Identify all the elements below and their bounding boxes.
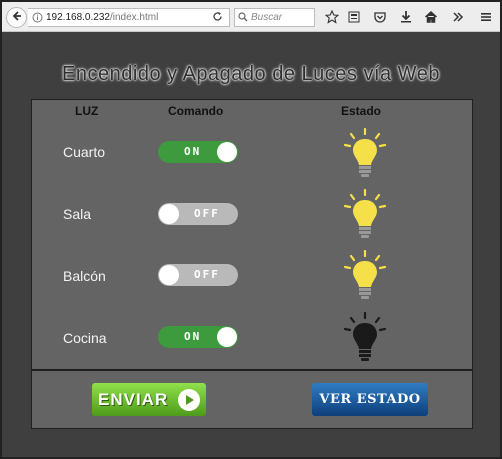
enviar-button[interactable]: ENVIAR	[92, 383, 206, 416]
download-icon[interactable]	[398, 9, 414, 25]
address-url: 192.168.0.232/index.html	[46, 12, 158, 23]
back-button[interactable]	[6, 7, 27, 28]
reload-icon[interactable]	[208, 8, 226, 25]
header-estado: Estado	[341, 104, 382, 118]
room-label-balcon: Balcón	[63, 268, 106, 284]
toggle-state-label: OFF	[194, 207, 220, 220]
toggle-state-label: ON	[184, 330, 202, 343]
search-placeholder: Buscar	[251, 12, 283, 23]
info-icon[interactable]	[28, 8, 46, 27]
page-title: Encendido y Apagado de Luces vía Web	[62, 63, 440, 85]
address-bar[interactable]: 192.168.0.232/index.html	[28, 8, 230, 27]
toggle-state-label: ON	[184, 145, 202, 158]
play-arrow-icon	[178, 389, 200, 411]
reader-view-icon[interactable]	[346, 9, 362, 25]
back-arrow-icon	[11, 9, 23, 27]
browser-window: 192.168.0.232/index.html Buscar Encendid…	[0, 0, 502, 459]
header-luz: LUZ	[75, 104, 99, 118]
actions-panel: ENVIAR VER ESTADO	[31, 370, 473, 429]
toggle-knob	[159, 204, 179, 224]
toggle-sala[interactable]: OFF	[158, 203, 238, 225]
search-field[interactable]: Buscar	[234, 8, 315, 27]
lightbulb-on-icon	[343, 127, 387, 182]
browser-toolbar: 192.168.0.232/index.html Buscar	[2, 2, 500, 32]
toggle-knob	[159, 265, 179, 285]
toggle-state-label: OFF	[194, 268, 220, 281]
lightbulb-on-icon	[343, 188, 387, 243]
enviar-button-label: ENVIAR	[98, 389, 169, 409]
ver-estado-button-label: VER ESTADO	[319, 392, 421, 407]
menu-icon[interactable]	[478, 9, 494, 25]
toggle-cuarto[interactable]: ON	[158, 141, 238, 163]
toggle-cocina[interactable]: ON	[158, 326, 238, 348]
ver-estado-button[interactable]: VER ESTADO	[312, 383, 428, 416]
overflow-chevron-icon[interactable]	[450, 9, 466, 25]
page-content: Encendido y Apagado de Luces vía Web LUZ…	[2, 33, 500, 457]
lights-panel: LUZ Comando Estado Cuarto ON Sala OFF Ba…	[31, 99, 473, 370]
toggle-balcon[interactable]: OFF	[158, 264, 238, 286]
search-icon	[238, 9, 248, 27]
room-label-sala: Sala	[63, 206, 92, 222]
lightbulb-off-icon	[343, 311, 387, 366]
bookmark-star-icon[interactable]	[324, 9, 340, 25]
url-path: /index.html	[109, 12, 159, 23]
room-label-cuarto: Cuarto	[63, 144, 106, 160]
url-host: 192.168.0.232	[46, 12, 110, 23]
pocket-icon[interactable]	[372, 9, 388, 25]
lightbulb-on-icon	[343, 249, 387, 304]
toggle-knob	[217, 327, 237, 347]
toggle-knob	[217, 142, 237, 162]
room-label-cocina: Cocina	[63, 330, 107, 346]
home-icon[interactable]	[423, 9, 439, 25]
header-comando: Comando	[168, 104, 224, 118]
